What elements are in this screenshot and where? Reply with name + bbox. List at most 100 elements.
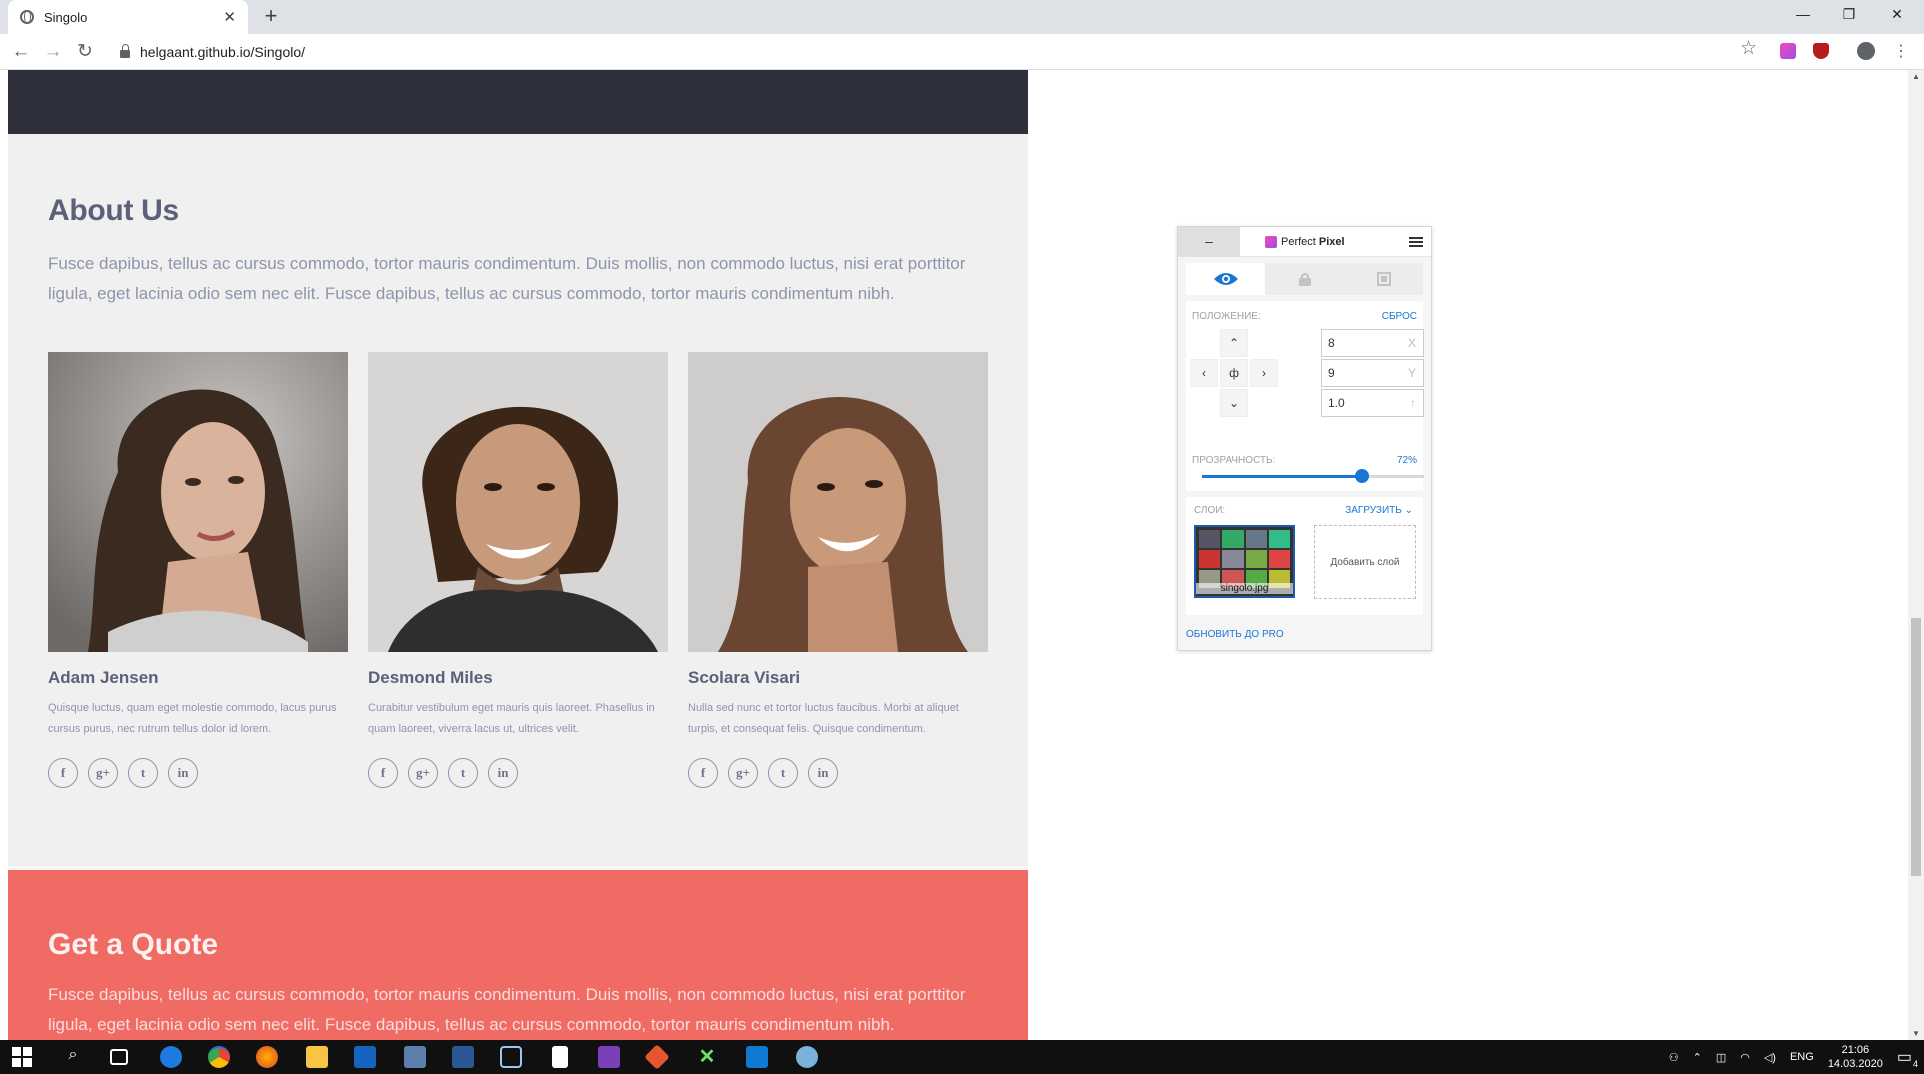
quote-section: Get a Quote Fusce dapibus, tellus ac cur… <box>8 866 1028 1040</box>
layers-card: СЛОИ: ЗАГРУЗИТЬ ⌄ singolo.jpg Добавить с… <box>1186 497 1423 615</box>
bookmark-star-icon[interactable]: ☆ <box>1740 37 1757 60</box>
tab-close-icon[interactable]: ✕ <box>223 8 236 26</box>
notifications-icon[interactable]: ▭ 4 <box>1897 1047 1918 1069</box>
scroll-up-arrow-icon[interactable]: ▲ <box>1912 72 1920 81</box>
kebab-menu-icon[interactable]: ⋮ <box>1888 39 1914 65</box>
firefox-browser-icon[interactable] <box>256 1046 278 1068</box>
linkedin-icon[interactable]: in <box>168 758 198 788</box>
word-app-icon[interactable] <box>452 1046 474 1068</box>
show-hidden-icons-chevron-icon[interactable]: ⌃ <box>1693 1051 1702 1064</box>
restore-window-button[interactable]: ❐ <box>1826 0 1872 30</box>
profile-avatar-icon[interactable] <box>1857 42 1875 60</box>
move-down-arrow-icon[interactable]: ⌄ <box>1220 389 1248 417</box>
google-plus-icon[interactable]: g+ <box>728 758 758 788</box>
edge-browser-icon[interactable] <box>160 1046 182 1068</box>
3d-box-app-icon[interactable] <box>500 1046 522 1068</box>
about-title: About Us <box>48 194 179 227</box>
network-icon[interactable]: ◫ <box>1716 1051 1726 1064</box>
twitter-icon[interactable]: t <box>128 758 158 788</box>
team-member-bio: Nulla sed nunc et tortor luctus faucibus… <box>688 702 959 735</box>
y-position-input[interactable]: 9 Y <box>1321 359 1424 387</box>
volume-icon[interactable]: ◁) <box>1764 1051 1776 1064</box>
upgrade-pro-link[interactable]: ОБНОВИТЬ ДО PRO <box>1186 629 1284 640</box>
scroll-down-arrow-icon[interactable]: ▼ <box>1912 1029 1920 1038</box>
page-scrollbar[interactable]: ▲ ▼ <box>1908 70 1924 1040</box>
facebook-icon[interactable]: f <box>688 758 718 788</box>
people-icon[interactable]: ⚇ <box>1669 1051 1679 1064</box>
opacity-slider[interactable] <box>1202 469 1424 483</box>
facebook-icon[interactable]: f <box>48 758 78 788</box>
minimize-window-button[interactable]: — <box>1780 0 1826 30</box>
tab-singolo[interactable]: Singolo ✕ <box>8 0 248 34</box>
forward-button[interactable]: → <box>40 39 66 65</box>
panel-minimize-button[interactable]: – <box>1178 226 1240 257</box>
back-button[interactable]: ← <box>8 39 34 65</box>
close-window-button[interactable]: ✕ <box>1874 0 1920 30</box>
ublock-shield-icon[interactable] <box>1813 43 1829 59</box>
lock-icon[interactable] <box>1265 263 1344 295</box>
browser-titlebar: Singolo ✕ + — ❐ ✕ <box>0 0 1924 34</box>
scale-input[interactable]: 1.0 ↑ <box>1321 389 1424 417</box>
perfect-pixel-extension-icon[interactable] <box>1780 43 1796 59</box>
quote-text: Fusce dapibus, tellus ac cursus commodo,… <box>48 985 966 1034</box>
google-plus-icon[interactable]: g+ <box>408 758 438 788</box>
linkedin-icon[interactable]: in <box>488 758 518 788</box>
reload-button[interactable]: ↻ <box>72 39 98 65</box>
url-text: helgaant.github.io/Singolo/ <box>140 44 306 60</box>
x-position-input[interactable]: 8 X <box>1321 329 1424 357</box>
perfect-pixel-logo-icon <box>1265 235 1277 248</box>
browser-toolbar: ← → ↻ helgaant.github.io/Singolo/ ☆ ⋮ <box>0 34 1924 70</box>
clock[interactable]: 21:06 14.03.2020 <box>1828 1043 1883 1071</box>
add-layer-button[interactable]: Добавить слой <box>1314 525 1416 599</box>
blank-document-icon[interactable] <box>552 1046 568 1068</box>
git-client-icon[interactable] <box>644 1044 670 1070</box>
chrome-browser-icon[interactable] <box>208 1046 230 1068</box>
opacity-value: 72% <box>1396 455 1417 466</box>
vscode-icon[interactable] <box>746 1046 768 1068</box>
file-explorer-icon[interactable] <box>306 1046 328 1068</box>
social-links: f g+ t in <box>688 758 988 788</box>
move-left-arrow-icon[interactable]: ‹ <box>1190 359 1218 387</box>
team-member-name: Desmond Miles <box>368 668 493 687</box>
calendar-app-icon[interactable] <box>354 1046 376 1068</box>
address-bar[interactable]: helgaant.github.io/Singolo/ <box>110 38 1770 66</box>
lock-icon <box>120 44 130 58</box>
language-indicator[interactable]: ENG <box>1790 1051 1814 1063</box>
wifi-icon[interactable]: ◠ <box>1740 1051 1750 1064</box>
notepad-app-icon[interactable] <box>404 1046 426 1068</box>
x-app-icon[interactable]: ✕ <box>696 1046 718 1068</box>
task-view-icon[interactable] <box>110 1049 128 1065</box>
opacity-slider-knob[interactable] <box>1354 469 1369 483</box>
team-member-photo <box>48 352 348 652</box>
about-section: About Us Fusce dapibus, tellus ac cursus… <box>8 134 1028 866</box>
reset-link[interactable]: СБРОС <box>1382 311 1417 322</box>
windows-start-icon[interactable] <box>12 1047 32 1067</box>
social-links: f g+ t in <box>48 758 348 788</box>
y-position-value: 9 <box>1328 366 1335 380</box>
linkedin-icon[interactable]: in <box>808 758 838 788</box>
paint-app-icon[interactable] <box>796 1046 818 1068</box>
search-icon[interactable]: ⌕ <box>62 1046 84 1068</box>
header-dark-band <box>8 70 1028 134</box>
layer-thumbnail[interactable]: singolo.jpg <box>1194 525 1295 598</box>
hamburger-menu-icon[interactable] <box>1409 236 1423 247</box>
scrollbar-thumb[interactable] <box>1911 618 1921 876</box>
x-position-value: 8 <box>1328 336 1335 350</box>
center-origin-icon[interactable]: ф <box>1220 359 1248 387</box>
visual-studio-icon[interactable] <box>598 1046 620 1068</box>
difference-mode-icon[interactable] <box>1344 263 1423 295</box>
x-axis-label: X <box>1407 336 1416 350</box>
team-member-photo <box>688 352 988 652</box>
move-up-arrow-icon[interactable]: ⌃ <box>1220 329 1248 357</box>
facebook-icon[interactable]: f <box>368 758 398 788</box>
move-right-arrow-icon[interactable]: › <box>1250 359 1278 387</box>
new-tab-button[interactable]: + <box>258 4 284 30</box>
visibility-eye-icon[interactable] <box>1186 263 1265 295</box>
twitter-icon[interactable]: t <box>448 758 478 788</box>
page-viewport: About Us Fusce dapibus, tellus ac cursus… <box>0 70 1908 1040</box>
upload-layer-link[interactable]: ЗАГРУЗИТЬ ⌄ <box>1345 505 1413 516</box>
twitter-icon[interactable]: t <box>768 758 798 788</box>
google-plus-icon[interactable]: g+ <box>88 758 118 788</box>
perfect-pixel-panel: – Perfect Pixel ПОЛОЖЕНИЕ: СБРОС ⌃ ‹ ф ›… <box>1177 226 1432 651</box>
team-member-name: Adam Jensen <box>48 668 159 687</box>
